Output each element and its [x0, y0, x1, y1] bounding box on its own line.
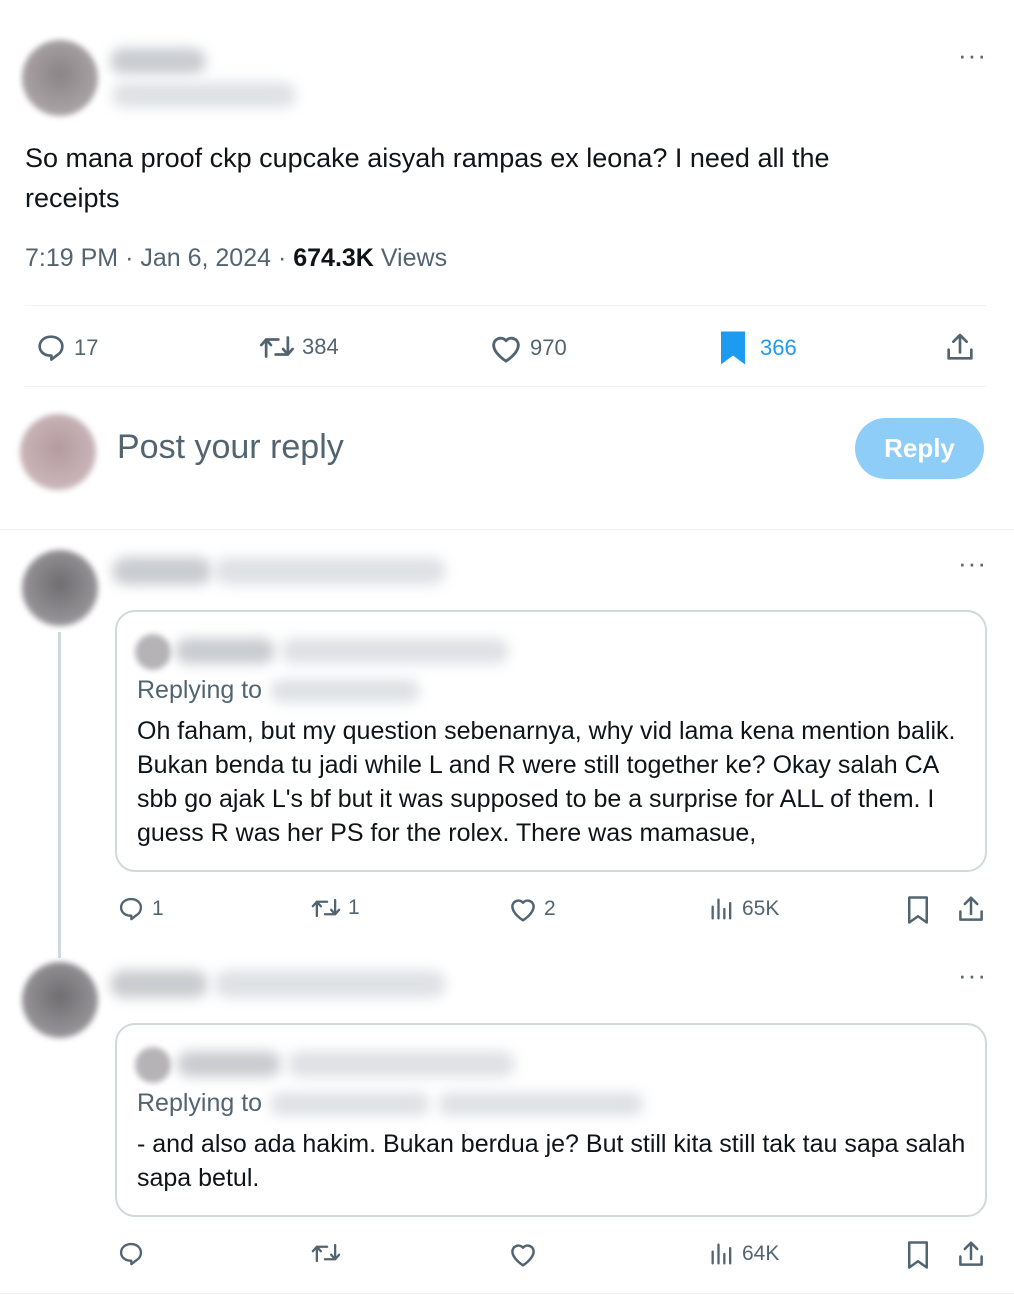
reply-author-name[interactable] [112, 557, 212, 585]
replying-to-label: Replying to [137, 1089, 263, 1117]
divider [25, 305, 987, 306]
quoted-author-handle [281, 638, 509, 664]
views-count: 674.3K [293, 244, 374, 272]
views-button[interactable]: 65K [708, 895, 779, 923]
divider [25, 386, 987, 387]
like-icon [492, 336, 520, 363]
quoted-author-name [177, 1051, 281, 1077]
reply-author-avatar[interactable] [22, 550, 98, 626]
divider [0, 1293, 1014, 1294]
reply-button[interactable]: 17 [34, 332, 98, 364]
bookmark-count: 366 [760, 335, 797, 360]
repost-button[interactable]: 384 [258, 332, 339, 362]
quoted-post-card[interactable]: Replying to - and also ada hakim. Bukan … [115, 1023, 987, 1217]
quoted-post-text: Oh faham, but my question sebenarnya, wh… [137, 717, 956, 847]
quoted-author-name [175, 638, 275, 664]
reply-author-name[interactable] [110, 970, 208, 998]
share-button[interactable] [944, 330, 976, 364]
thread-line [58, 632, 61, 958]
views-icon [711, 898, 732, 920]
my-avatar[interactable] [20, 414, 96, 490]
like-button[interactable] [508, 1240, 544, 1268]
quoted-avatar [135, 634, 171, 670]
meta-separator: · [125, 244, 141, 272]
quoted-author-handle [287, 1051, 515, 1077]
views-icon [711, 1243, 732, 1265]
share-icon [947, 333, 973, 360]
post-date[interactable]: Jan 6, 2024 [140, 244, 271, 272]
post-time[interactable]: 7:19 PM [25, 244, 118, 272]
like-count: 2 [544, 897, 556, 920]
more-icon[interactable]: ··· [958, 962, 987, 988]
share-button[interactable] [956, 894, 986, 924]
quoted-post-text: - and also ada hakim. Bukan berdua je? B… [137, 1130, 966, 1192]
reply-icon [38, 335, 64, 361]
views-label: Views [380, 244, 448, 272]
reply-button[interactable] [116, 1240, 152, 1268]
author-handle[interactable] [112, 82, 296, 108]
like-count: 970 [530, 335, 567, 360]
like-icon [511, 899, 535, 922]
reply-icon [119, 897, 143, 921]
like-button[interactable]: 970 [488, 332, 567, 364]
repost-button[interactable]: 1 [310, 895, 360, 921]
reply-author-handle[interactable] [214, 557, 446, 585]
like-icon [511, 1244, 535, 1267]
reply-submit-button[interactable]: Reply [855, 418, 984, 479]
author-display-name[interactable] [110, 48, 206, 74]
replying-to-handle[interactable] [438, 1091, 645, 1116]
views-button[interactable]: 64K [708, 1240, 779, 1268]
repost-icon [311, 898, 341, 918]
share-icon [959, 1241, 983, 1266]
quoted-avatar [135, 1047, 171, 1083]
repost-count: 384 [302, 334, 339, 359]
share-icon [959, 896, 983, 921]
quoted-post-card[interactable]: Replying to Oh faham, but my question se… [115, 610, 987, 872]
more-icon[interactable]: ··· [958, 550, 987, 576]
more-icon[interactable]: ··· [958, 42, 987, 68]
bookmark-button[interactable]: 366 [718, 330, 797, 366]
repost-button[interactable] [310, 1240, 348, 1266]
bookmark-icon [908, 896, 928, 924]
bookmark-icon [721, 331, 745, 365]
reply-icon [119, 1242, 143, 1266]
share-button[interactable] [956, 1239, 986, 1269]
like-button[interactable]: 2 [508, 895, 556, 923]
repost-icon [260, 336, 294, 358]
replying-to-label: Replying to [137, 676, 263, 704]
reply-author-handle[interactable] [214, 970, 446, 998]
views-count: 65K [742, 897, 780, 920]
meta-separator: · [277, 244, 294, 272]
bookmark-icon [908, 1241, 928, 1269]
replying-to-handle[interactable] [270, 678, 421, 703]
replying-to-row: Replying to [137, 676, 421, 705]
reply-count: 1 [152, 897, 164, 920]
author-avatar[interactable] [22, 40, 98, 116]
repost-icon [311, 1243, 341, 1263]
post-meta: 7:19 PM · Jan 6, 2024 · 674.3K Views [25, 244, 447, 273]
bookmark-button[interactable] [905, 1240, 931, 1270]
replying-to-row: Replying to [137, 1089, 645, 1118]
reply-input[interactable]: Post your reply [117, 428, 344, 467]
divider [0, 529, 1014, 530]
repost-count: 1 [348, 896, 360, 919]
reply-count: 17 [74, 335, 99, 360]
replying-to-handle[interactable] [270, 1091, 431, 1116]
bookmark-button[interactable] [905, 895, 931, 925]
reply-button[interactable]: 1 [116, 895, 164, 923]
post-text: So mana proof ckp cupcake aisyah rampas … [25, 143, 830, 213]
views-count: 64K [742, 1242, 780, 1265]
reply-author-avatar[interactable] [22, 962, 98, 1038]
